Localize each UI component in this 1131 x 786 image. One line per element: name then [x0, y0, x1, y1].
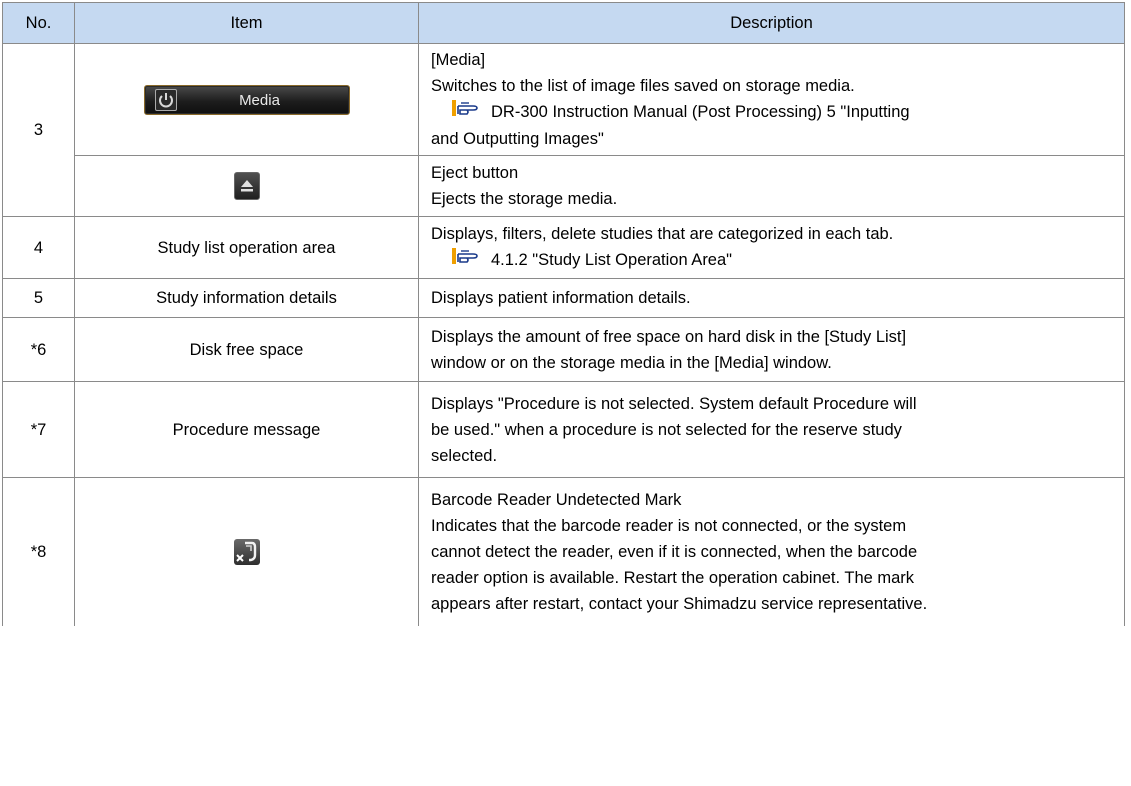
table-row: 3 Media [Media] Switches to the list of …: [2, 43, 1125, 217]
row-item: [74, 477, 419, 626]
row-no: 3: [2, 43, 75, 217]
description-line: reader option is available. Restart the …: [431, 568, 915, 587]
table-row: 4 Study list operation area Displays, fi…: [2, 216, 1125, 279]
header-description: Description: [418, 2, 1125, 44]
description-line: Switches to the list of image files save…: [431, 77, 855, 96]
description-line: Displays the amount of free space on har…: [431, 327, 907, 346]
row-description: Displays patient information details.: [418, 278, 1125, 318]
description-line: Eject button: [431, 164, 519, 182]
row-item: Study information details: [74, 278, 419, 318]
header-item: Item: [74, 2, 419, 44]
row-item: Study list operation area: [74, 216, 419, 279]
table-row: Eject button Ejects the storage media.: [3, 155, 1125, 217]
header-no: No.: [2, 2, 75, 44]
power-icon: [154, 88, 177, 111]
description-line: Ejects the storage media.: [431, 190, 618, 208]
pointing-hand-reference-icon: [451, 98, 481, 126]
description-line: cannot detect the reader, even if it is …: [431, 542, 918, 561]
description-line: Indicates that the barcode reader is not…: [431, 516, 907, 535]
description-line: selected.: [431, 446, 498, 465]
description-line: Barcode Reader Undetected Mark: [431, 490, 682, 509]
row-no: 5: [2, 278, 75, 318]
table-row: *7 Procedure message Displays "Procedure…: [2, 381, 1125, 478]
reference-text-continued: and Outputting Images": [431, 129, 604, 148]
row-no: *8: [2, 477, 75, 626]
row-description: Barcode Reader Undetected Mark Indicates…: [418, 477, 1125, 626]
reference-line: DR-300 Instruction Manual (Post Processi…: [431, 99, 1112, 125]
eject-icon: [233, 172, 260, 200]
reference-text: DR-300 Instruction Manual (Post Processi…: [491, 103, 910, 122]
description-line: Displays "Procedure is not selected. Sys…: [431, 394, 917, 413]
media-button-label: Media: [239, 91, 280, 109]
table-header-row: No. Item Description: [2, 2, 1125, 44]
media-button-image: Media: [143, 84, 350, 115]
row-item: Disk free space: [74, 317, 419, 382]
row-description: Displays, filters, delete studies that a…: [418, 216, 1125, 279]
row-description: [Media] Switches to the list of image fi…: [418, 43, 1125, 156]
table-row: *6 Disk free space Displays the amount o…: [2, 317, 1125, 382]
row-no: *7: [2, 381, 75, 478]
description-line: be used." when a procedure is not select…: [431, 420, 902, 439]
description-line: Displays, filters, delete studies that a…: [431, 225, 894, 244]
description-line: [Media]: [431, 51, 486, 70]
row-no: 4: [2, 216, 75, 279]
reference-line: 4.1.2 "Study List Operation Area": [431, 247, 1112, 273]
pointing-hand-reference-icon: [451, 246, 481, 274]
barcode-reader-undetected-icon: [233, 539, 260, 566]
row-item: [74, 155, 419, 217]
row-item: Media: [74, 43, 419, 156]
table-row: *8 Barcode Reader Undetected Mark Indica…: [2, 477, 1125, 626]
manual-table: No. Item Description 3 Media [Media] Swi…: [2, 2, 1125, 626]
description-line: appears after restart, contact your Shim…: [431, 594, 928, 613]
row-item: Procedure message: [74, 381, 419, 478]
row-no: *6: [2, 317, 75, 382]
table-row: 5 Study information details Displays pat…: [2, 278, 1125, 318]
row-description: Displays "Procedure is not selected. Sys…: [418, 381, 1125, 478]
row-description: Displays the amount of free space on har…: [418, 317, 1125, 382]
description-line: window or on the storage media in the [M…: [431, 353, 832, 372]
reference-text: 4.1.2 "Study List Operation Area": [491, 251, 733, 270]
row-description: Eject button Ejects the storage media.: [418, 155, 1125, 217]
